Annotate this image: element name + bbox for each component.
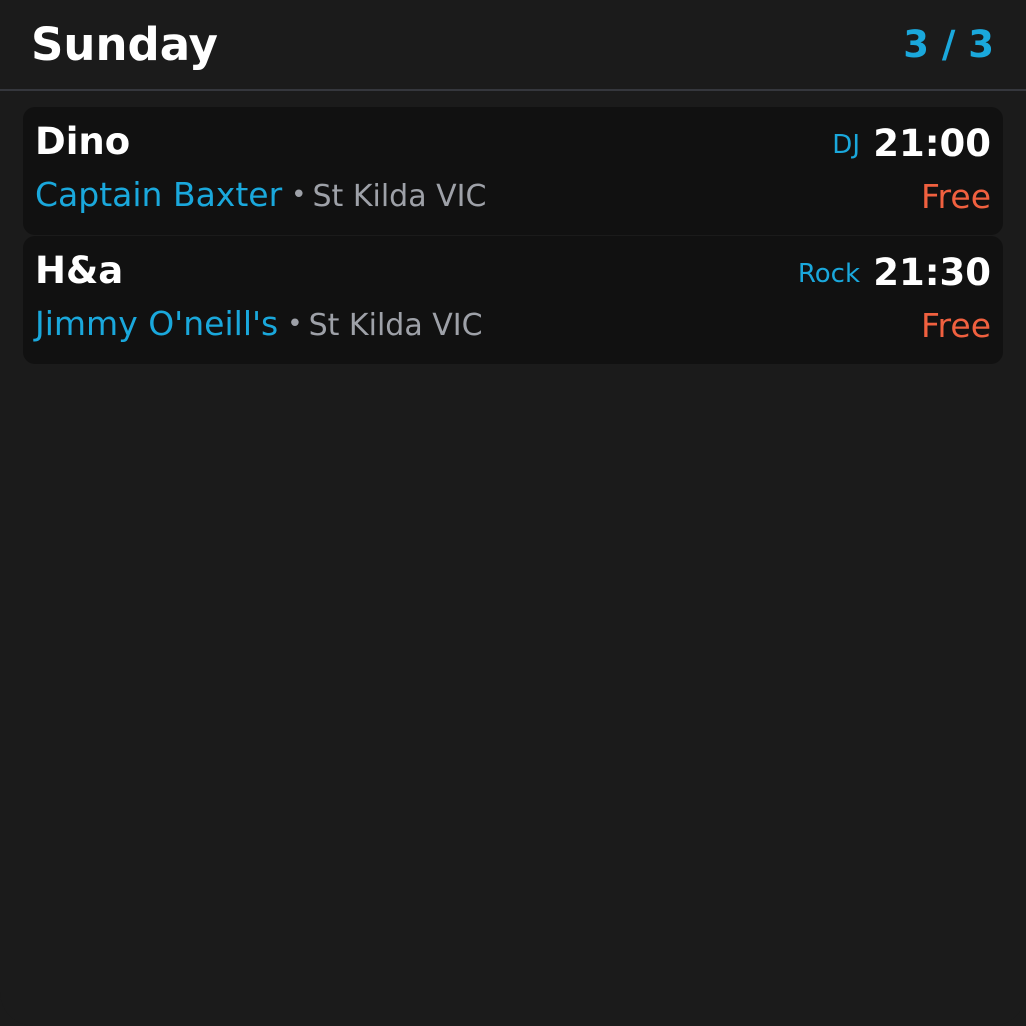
day-title: Sunday <box>31 18 219 71</box>
gig-guide-widget: Sunday 3 / 3 Dino DJ 21:00 Captain Baxte… <box>0 0 1026 1026</box>
gig-list-item[interactable]: Dino DJ 21:00 Captain Baxter • St Kilda VI… <box>23 107 1003 235</box>
page-indicator[interactable]: 3 / 3 <box>903 22 994 68</box>
venue-suburb: St Kilda VIC <box>312 179 487 214</box>
venue-name[interactable]: Captain Baxter <box>35 175 282 214</box>
start-time: 21:00 <box>873 122 991 165</box>
gig-list: Dino DJ 21:00 Captain Baxter • St Kilda VI… <box>23 107 1003 365</box>
separator-dot: • <box>287 309 303 339</box>
separator-dot: • <box>291 180 307 210</box>
gig-list-item[interactable]: H&a Rock 21:30 Jimmy O'neill's • St Kilda … <box>23 236 1003 364</box>
header: Sunday 3 / 3 <box>0 0 1026 91</box>
venue-suburb: St Kilda VIC <box>308 308 483 343</box>
venue-name[interactable]: Jimmy O'neill's <box>35 304 278 343</box>
venue-line: Captain Baxter • St Kilda VIC <box>35 175 486 218</box>
price-label: Free <box>920 306 991 345</box>
artist-name: H&a <box>35 249 124 292</box>
venue-line: Jimmy O'neill's • St Kilda VIC <box>35 304 483 347</box>
start-time: 21:30 <box>873 251 991 294</box>
artist-name: Dino <box>35 120 131 163</box>
genre-tag: DJ <box>832 130 860 160</box>
price-label: Free <box>920 177 991 216</box>
genre-tag: Rock <box>797 259 860 289</box>
